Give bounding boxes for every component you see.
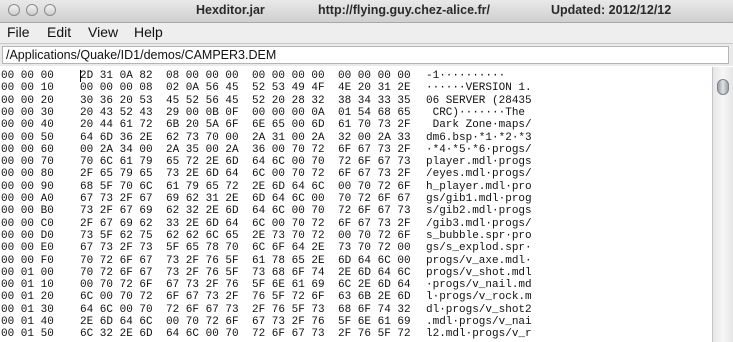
ascii-text: l2.mdl·progs/v_r	[426, 328, 532, 341]
app-window: Hexditor.jar http://flying.guy.chez-alic…	[0, 0, 733, 342]
text-caret	[80, 70, 81, 82]
menu-help[interactable]: Help	[134, 24, 163, 40]
window-updated: Updated: 2012/12/12	[551, 3, 672, 17]
zoom-window-button[interactable]	[44, 4, 56, 16]
vertical-scrollbar[interactable]	[712, 67, 733, 342]
title-bar[interactable]: Hexditor.jar http://flying.guy.chez-alic…	[0, 0, 733, 23]
minimize-window-button[interactable]	[26, 4, 38, 16]
hex-group-3: 72 6F 67 73	[252, 328, 325, 341]
menu-view[interactable]: View	[88, 24, 118, 40]
menu-edit[interactable]: Edit	[47, 24, 71, 40]
hex-group-2: 64 6C 00 70	[166, 328, 239, 341]
file-path-field[interactable]: /Applications/Quake/ID1/demos/CAMPER3.DE…	[2, 46, 729, 64]
path-bar: /Applications/Quake/ID1/demos/CAMPER3.DE…	[0, 44, 733, 66]
window-title: Hexditor.jar	[196, 3, 265, 17]
hex-group-1: 6C 32 2E 6D	[80, 328, 153, 341]
menu-bar: File Edit View Help	[0, 23, 733, 44]
scrollbar-thumb[interactable]	[717, 79, 729, 95]
hex-group-4: 2F 76 5F 72	[338, 328, 411, 341]
close-window-button[interactable]	[8, 4, 20, 16]
window-url: http://flying.guy.chez-alice.fr/	[318, 3, 491, 17]
hex-view[interactable]: 00 00 00 2D 31 0A 82 08 00 00 00 00 00 00 0…	[0, 67, 712, 342]
menu-file[interactable]: File	[7, 24, 30, 40]
row-address: 00 01 50	[1, 328, 54, 341]
hex-row[interactable]: 00 01 50 6C 32 2E 6D 64 6C 00 70 72 6F 67 7…	[0, 327, 712, 341]
